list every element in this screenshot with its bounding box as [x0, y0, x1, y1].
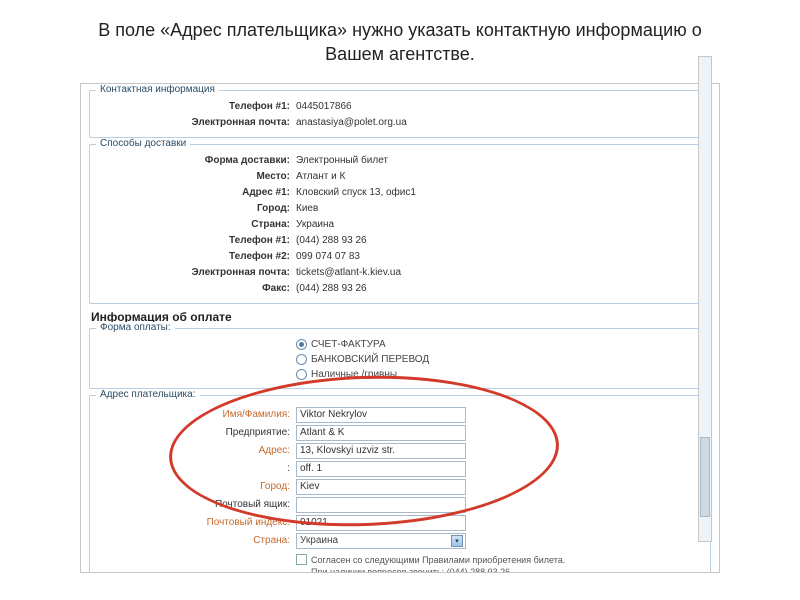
legend-delivery: Способы доставки [96, 138, 190, 149]
section-payer-address: Адрес плательщика: Имя/Фамилия: Предприя… [89, 395, 711, 573]
payer-addr-input[interactable] [296, 443, 466, 459]
payer-name-input[interactable] [296, 407, 466, 423]
section-payment-form: Форма оплаты: СЧЕТ-ФАКТУРА БАНКОВСКИЙ ПЕ… [89, 328, 711, 389]
label-delivery-method: Форма доставки: [96, 153, 296, 169]
chevron-down-icon: ▾ [451, 535, 463, 547]
value-phone2: 099 074 07 83 [296, 249, 360, 265]
slide-title: В поле «Адрес плательщика» нужно указать… [0, 0, 800, 75]
scrollbar-thumb[interactable] [700, 437, 710, 517]
label-payer-city: Город: [96, 481, 296, 492]
section-delivery: Способы доставки Форма доставки:Электрон… [89, 144, 711, 304]
payer-pobox-input[interactable] [296, 497, 466, 513]
label-payer-company: Предприятие: [96, 427, 296, 438]
value-delivery-method: Электронный билет [296, 153, 388, 169]
payer-addr2-input[interactable] [296, 461, 466, 477]
section-contact-info: Контактная информация Телефон #1:0445017… [89, 90, 711, 138]
label-addr1: Адрес #1: [96, 185, 296, 201]
label-city: Город: [96, 201, 296, 217]
heading-payment-info: Информация об оплате [91, 310, 711, 324]
payer-city-input[interactable] [296, 479, 466, 495]
radio-icon [296, 354, 307, 365]
value-phone1: 0445017866 [296, 99, 352, 115]
value-email2: tickets@atlant-k.kiev.ua [296, 265, 401, 281]
radio-label-bank: БАНКОВСКИЙ ПЕРЕВОД [311, 354, 429, 365]
radio-icon [296, 369, 307, 380]
legend-contact: Контактная информация [96, 84, 219, 95]
value-city: Киев [296, 201, 318, 217]
radio-bank-transfer[interactable]: БАНКОВСКИЙ ПЕРЕВОД [296, 352, 704, 367]
label-payer-country: Страна: [96, 535, 296, 546]
label-fax: Факс: [96, 281, 296, 297]
label-payer-pobox: Почтовый ящик: [96, 499, 296, 510]
legend-payer: Адрес плательщика: [96, 389, 200, 400]
value-country: Украина [296, 217, 334, 233]
value-place: Атлант и К [296, 169, 345, 185]
radio-invoice[interactable]: СЧЕТ-ФАКТУРА [296, 337, 704, 352]
payer-company-input[interactable] [296, 425, 466, 441]
value-addr1: Кловский спуск 13, офис1 [296, 185, 416, 201]
payer-country-value: Украина [300, 535, 338, 546]
vertical-scrollbar[interactable] [698, 56, 712, 542]
consent-checkbox[interactable] [296, 554, 307, 565]
radio-label-invoice: СЧЕТ-ФАКТУРА [311, 339, 386, 350]
label-email2: Электронная почта: [96, 265, 296, 281]
label-phone1b: Телефон #1: [96, 233, 296, 249]
label-payer-zip: Почтовый индекс: [96, 517, 296, 528]
label-phone1: Телефон #1: [96, 99, 296, 115]
label-payer-name: Имя/Фамилия: [96, 409, 296, 420]
app-window: Контактная информация Телефон #1:0445017… [80, 83, 720, 573]
label-payer-addr: Адрес: [96, 445, 296, 456]
value-fax: (044) 288 93 26 [296, 281, 367, 297]
label-email: Электронная почта: [96, 115, 296, 131]
legend-payment-form: Форма оплаты: [96, 322, 175, 333]
consent-text: Согласен со следующими Правилами приобре… [311, 554, 565, 573]
label-country: Страна: [96, 217, 296, 233]
value-phone1b: (044) 288 93 26 [296, 233, 367, 249]
value-email: anastasiya@polet.org.ua [296, 115, 407, 131]
label-payer-addr2: : [96, 463, 296, 474]
label-place: Место: [96, 169, 296, 185]
payer-country-select[interactable]: Украина ▾ [296, 533, 466, 549]
radio-label-cash: Наличные /гривны [311, 369, 397, 380]
payer-zip-input[interactable] [296, 515, 466, 531]
radio-icon [296, 339, 307, 350]
radio-cash[interactable]: Наличные /гривны [296, 367, 704, 382]
label-phone2: Телефон #2: [96, 249, 296, 265]
